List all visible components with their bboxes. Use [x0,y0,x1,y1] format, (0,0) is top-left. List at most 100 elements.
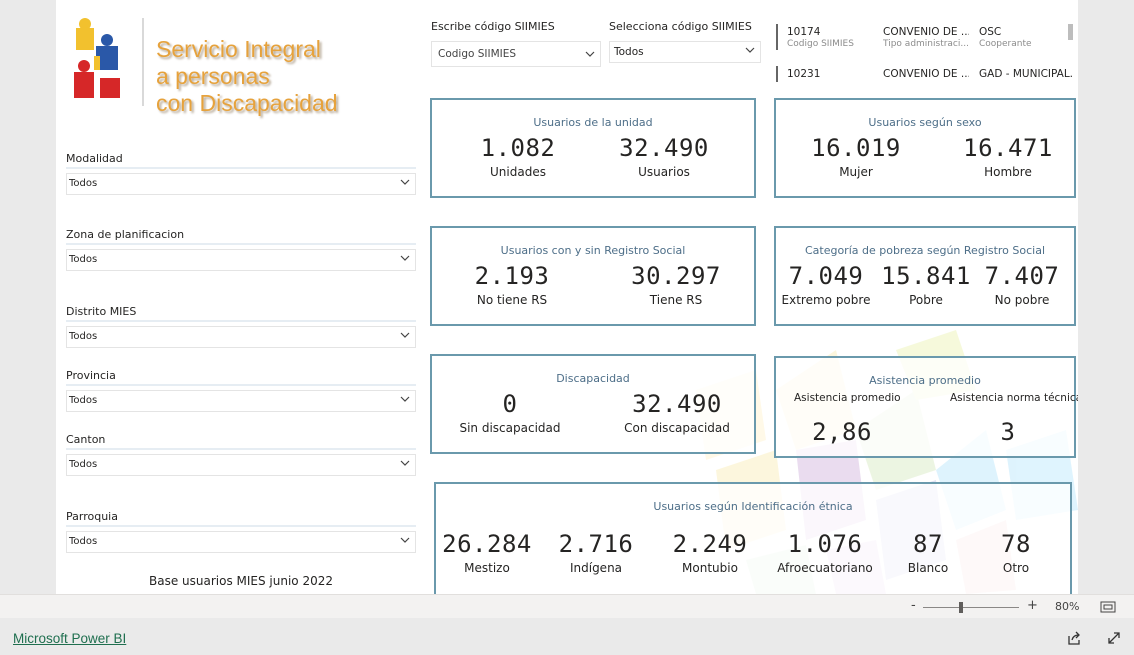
metric-value: 30.297 [631,262,721,290]
chevron-down-icon [400,396,410,402]
card-title: Usuarios con y sin Registro Social [500,244,686,257]
logo-text: Servicio Integral a personas con Discapa… [156,36,338,117]
table-row[interactable]: 10174 Codigo SIIMIES CONVENIO DE ... Tip… [776,24,1070,50]
code-search-slicer: Escribe código SIIMIES Codigo SIIMIES [431,20,601,67]
metric-label: Extremo pobre [781,293,871,307]
zoom-out-button[interactable]: - [911,598,916,613]
metric-value: 78 [1001,530,1031,558]
code-select-label: Selecciona código SIIMIES [609,20,752,33]
zoom-percentage: 80% [1055,600,1080,613]
slicer-provincia: Provincia Todos [66,369,416,412]
zona-dropdown[interactable]: Todos [66,249,416,271]
dropdown-value: Todos [69,536,98,547]
modalidad-dropdown[interactable]: Todos [66,173,416,195]
table-scrollbar[interactable] [1068,24,1073,40]
metric-no-pobre: 7.407 No pobre [976,262,1068,307]
footer-bar: Microsoft Power BI [0,618,1134,655]
metric-value: 16.471 [963,134,1053,162]
metric-label: Mujer [839,165,873,179]
dropdown-value: Todos [69,459,98,470]
chevron-down-icon [400,179,410,185]
zoom-in-button[interactable]: + [1027,598,1038,613]
metric-label: Blanco [907,561,949,575]
metric-value: 7.407 [984,262,1060,290]
card-usuarios-sexo: Usuarios según sexo 16.019 Mujer 16.471 … [774,98,1076,198]
admin-cell: CONVENIO DE ... [883,68,969,80]
zoom-track[interactable] [923,607,1019,608]
logo-divider [142,18,144,106]
metric-no-rs: 2.193 No tiene RS [462,262,562,307]
metric-label: Con discapacidad [624,421,730,435]
metric-asistencia-promedio: 2,86 [792,418,892,446]
admin-caption: Tipo administraci... [883,39,969,49]
slicer-modalidad: Modalidad Todos [66,152,416,195]
share-icon[interactable] [1066,630,1082,646]
metric-mestizo: 26.284 Mestizo [442,530,532,575]
dropdown-value: Todos [69,178,98,189]
card-discapacidad: Discapacidad 0 Sin discapacidad 32.490 C… [430,354,756,454]
card-usuarios-unidad: Usuarios de la unidad 1.082 Unidades 32.… [430,98,756,198]
zoom-control: - + [909,598,1038,615]
zoom-slider-thumb[interactable] [959,602,964,613]
slicer-zona: Zona de planificacion Todos [66,228,416,271]
metric-extremo-pobre: 7.049 Extremo pobre [780,262,872,307]
fit-to-page-icon[interactable] [1099,599,1117,615]
metric-value: 2.716 [558,530,634,558]
code-select-dropdown[interactable]: Todos [609,41,761,63]
metric-afroecuatoriano: 1.076 Afroecuatoriano [772,530,878,575]
metric-blanco: 87 Blanco [898,530,958,575]
power-bi-link[interactable]: Microsoft Power BI [13,631,126,646]
metric-value: 2.249 [672,530,748,558]
card-title: Asistencia promedio [869,374,981,387]
metric-label: Unidades [490,165,546,179]
provincia-dropdown[interactable]: Todos [66,390,416,412]
units-table: 10174 Codigo SIIMIES CONVENIO DE ... Tip… [776,22,1076,84]
slicer-label: Modalidad [66,152,416,169]
metric-montubio: 2.249 Montubio [670,530,750,575]
fullscreen-icon[interactable] [1106,630,1122,646]
parroquia-dropdown[interactable]: Todos [66,531,416,553]
metric-usuarios: 32.490 Usuarios [614,134,714,179]
dropdown-value: Todos [614,46,644,58]
metric-value: 7.049 [788,262,864,290]
code-search-input[interactable]: Codigo SIIMIES [431,41,601,67]
chevron-down-icon [400,255,410,261]
metric-indigena: 2.716 Indígena [556,530,636,575]
code-cell: 10231 [787,68,821,80]
metric-hombre: 16.471 Hombre [958,134,1058,179]
report-canvas: Servicio Integral a personas con Discapa… [56,0,1078,594]
logo: Servicio Integral a personas con Discapa… [70,16,360,116]
code-search-label: Escribe código SIIMIES [431,20,555,33]
dropdown-value: Todos [69,331,98,342]
metric-value: 0 [502,390,518,418]
card-title: Usuarios según Identificación étnica [653,500,853,513]
puzzle-people-icon [74,18,120,98]
metric-label: Tiene RS [649,293,703,307]
metric-value: 1.082 [480,134,556,162]
canton-dropdown[interactable]: Todos [66,454,416,476]
coop-cell: GAD - MUNICIPAL... [979,68,1072,80]
slicer-label: Distrito MIES [66,305,416,322]
metric-label: No tiene RS [476,293,548,307]
data-source-note: Base usuarios MIES junio 2022 [148,574,333,588]
card-asistencia: Asistencia promedio Asistencia promedio … [774,356,1078,458]
table-row[interactable]: 10231 CONVENIO DE ... GAD - MUNICIPAL... [776,66,1072,82]
metric-value: 2.193 [474,262,550,290]
chevron-down-icon [400,460,410,466]
card-title: Usuarios de la unidad [533,116,653,129]
metric-asistencia-norma: 3 [958,418,1058,446]
asistencia-promedio-label: Asistencia promedio [794,392,901,404]
metric-con-discapacidad: 32.490 Con discapacidad [618,390,736,435]
code-caption: Codigo SIIMIES [787,39,854,49]
status-bar: - + 80% [0,594,1134,618]
coop-cell: OSC [979,26,1002,38]
metric-label: Afroecuatoriano [777,561,873,575]
logo-line-3: con Discapacidad [156,90,338,116]
chevron-down-icon [585,51,595,57]
distrito-dropdown[interactable]: Todos [66,326,416,348]
card-title: Discapacidad [556,372,630,385]
metric-label: Usuarios [638,165,690,179]
metric-value: 15.841 [881,262,971,290]
metric-value: 32.490 [632,390,722,418]
slicer-label: Provincia [66,369,416,386]
